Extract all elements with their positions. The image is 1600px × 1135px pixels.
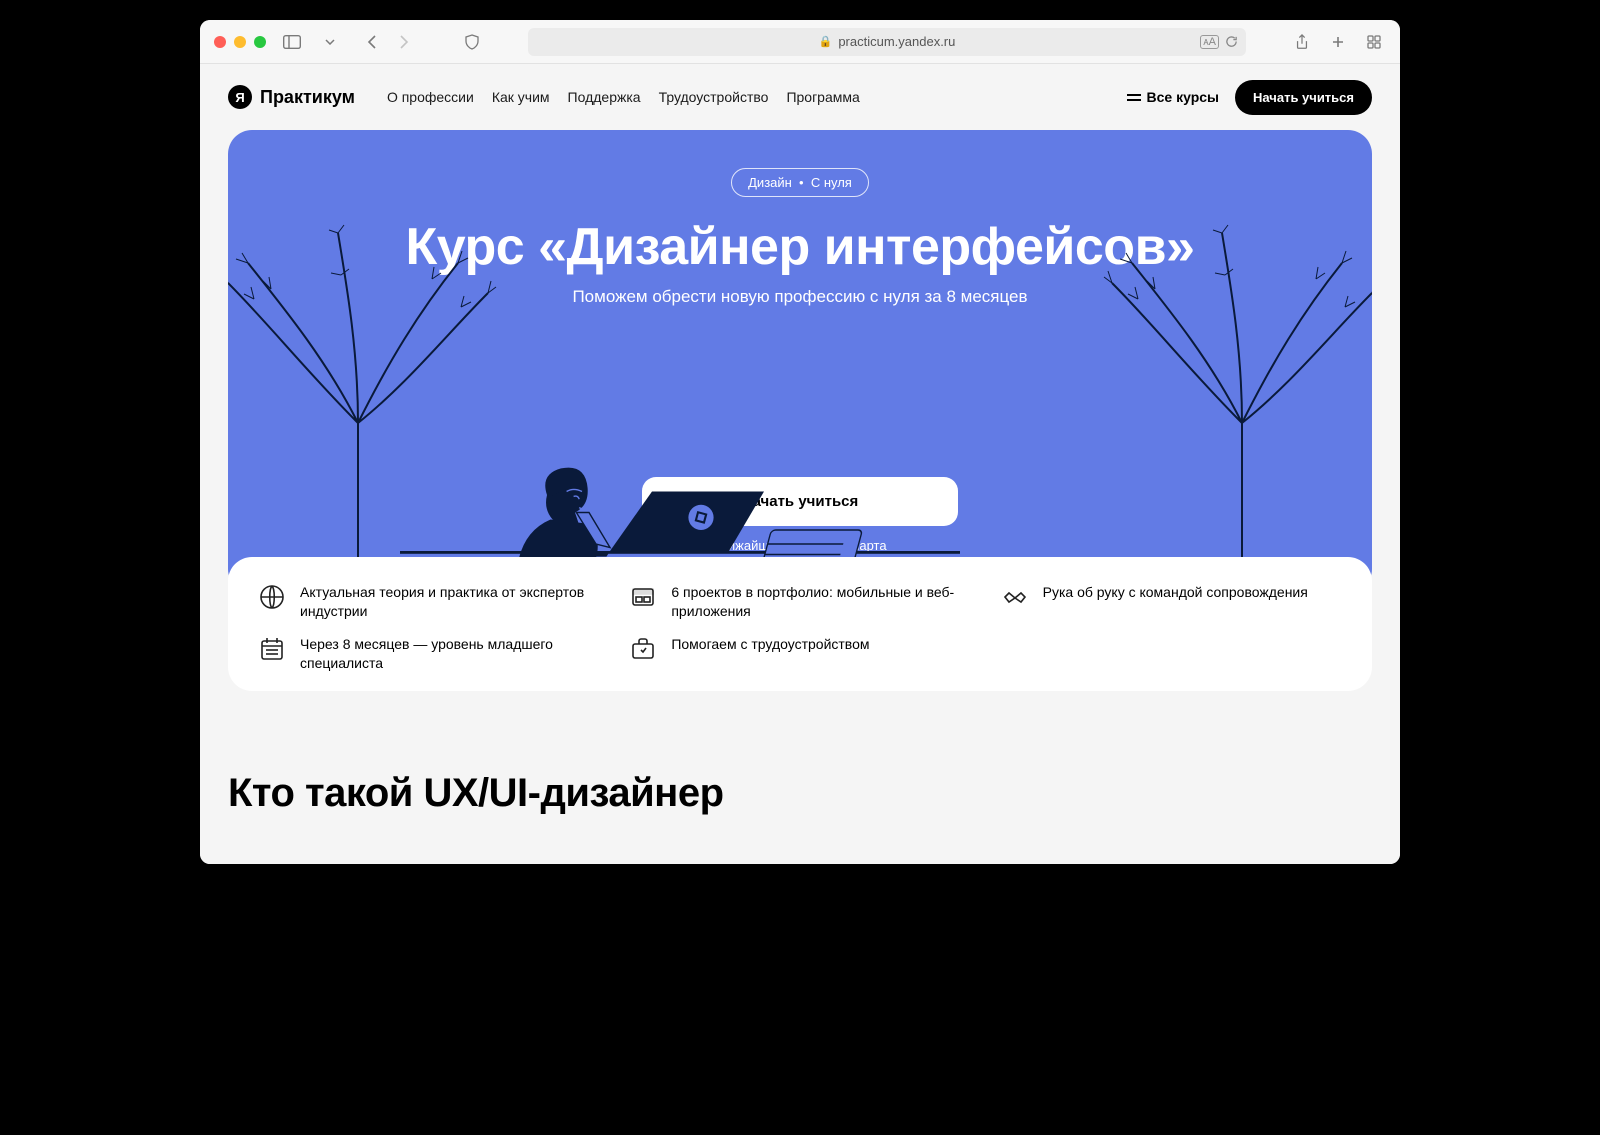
lock-icon: 🔒 bbox=[819, 35, 833, 48]
nav-link-program[interactable]: Программа bbox=[786, 89, 859, 105]
browser-title-bar: 🔒 practicum.yandex.ru ᴀA bbox=[200, 20, 1400, 64]
feature-text: Рука об руку с командой сопровождения bbox=[1043, 583, 1308, 602]
site-logo[interactable]: Я Практикум bbox=[228, 85, 355, 109]
reload-button[interactable] bbox=[1225, 35, 1238, 48]
feature-item: Актуальная теория и практика от эксперто… bbox=[258, 583, 599, 621]
nav-link-employment[interactable]: Трудоустройство bbox=[659, 89, 769, 105]
reader-icon[interactable]: ᴀA bbox=[1200, 35, 1219, 49]
url-text: practicum.yandex.ru bbox=[838, 34, 955, 49]
calendar-icon bbox=[258, 635, 286, 663]
portfolio-icon bbox=[629, 583, 657, 611]
hero-subtitle: Поможем обрести новую профессию с нуля з… bbox=[248, 287, 1352, 307]
feature-text: Актуальная теория и практика от эксперто… bbox=[300, 583, 599, 621]
logo-badge: Я bbox=[228, 85, 252, 109]
hero-banner: Дизайн • С нуля Курс «Дизайнер интерфейс… bbox=[228, 130, 1372, 593]
globe-icon bbox=[258, 583, 286, 611]
all-courses-link[interactable]: Все курсы bbox=[1127, 89, 1219, 105]
dropdown-chevron-icon[interactable] bbox=[318, 30, 342, 54]
nav-link-about[interactable]: О профессии bbox=[387, 89, 474, 105]
back-button[interactable] bbox=[360, 30, 384, 54]
hero-chip: Дизайн • С нуля bbox=[731, 168, 869, 197]
browser-window: 🔒 practicum.yandex.ru ᴀA Я bbox=[200, 20, 1400, 864]
feature-item: Рука об руку с командой сопровождения bbox=[1001, 583, 1342, 621]
primary-nav: О профессии Как учим Поддержка Трудоустр… bbox=[387, 89, 860, 105]
page-content: Я Практикум О профессии Как учим Поддерж… bbox=[200, 64, 1400, 864]
feature-item: 6 проектов в портфолио: мобильные и веб-… bbox=[629, 583, 970, 621]
header-cta-button[interactable]: Начать учиться bbox=[1235, 80, 1372, 115]
forward-button[interactable] bbox=[392, 30, 416, 54]
handshake-icon bbox=[1001, 583, 1029, 611]
sidebar-toggle-button[interactable] bbox=[280, 30, 304, 54]
hero-title: Курс «Дизайнер интерфейсов» bbox=[248, 217, 1352, 277]
hero-start-note: ближайший старт — 9 марта bbox=[248, 538, 1352, 553]
burger-icon bbox=[1127, 94, 1141, 101]
window-minimize-button[interactable] bbox=[234, 36, 246, 48]
feature-item: Через 8 месяцев — уровень младшего специ… bbox=[258, 635, 599, 673]
tabs-overview-button[interactable] bbox=[1362, 30, 1386, 54]
nav-link-learning[interactable]: Как учим bbox=[492, 89, 550, 105]
share-button[interactable] bbox=[1290, 30, 1314, 54]
chip-category: Дизайн bbox=[748, 175, 792, 190]
chip-level: С нуля bbox=[811, 175, 852, 190]
logo-text: Практикум bbox=[260, 87, 355, 108]
nav-link-support[interactable]: Поддержка bbox=[568, 89, 641, 105]
window-zoom-button[interactable] bbox=[254, 36, 266, 48]
feature-text: Через 8 месяцев — уровень младшего специ… bbox=[300, 635, 599, 673]
section-heading: Кто такой UX/UI-дизайнер bbox=[228, 771, 1372, 816]
briefcase-icon bbox=[629, 635, 657, 663]
feature-item: Помогаем с трудоустройством bbox=[629, 635, 970, 673]
site-header: Я Практикум О профессии Как учим Поддерж… bbox=[200, 64, 1400, 130]
feature-text: Помогаем с трудоустройством bbox=[671, 635, 869, 654]
privacy-shield-icon[interactable] bbox=[460, 30, 484, 54]
window-close-button[interactable] bbox=[214, 36, 226, 48]
window-controls bbox=[214, 36, 266, 48]
features-card: Актуальная теория и практика от эксперто… bbox=[228, 557, 1372, 691]
feature-text: 6 проектов в портфолио: мобильные и веб-… bbox=[671, 583, 970, 621]
all-courses-label: Все курсы bbox=[1147, 89, 1219, 105]
url-bar[interactable]: 🔒 practicum.yandex.ru ᴀA bbox=[528, 28, 1246, 56]
hero-cta-button[interactable]: Начать учиться bbox=[642, 477, 959, 526]
new-tab-button[interactable] bbox=[1326, 30, 1350, 54]
